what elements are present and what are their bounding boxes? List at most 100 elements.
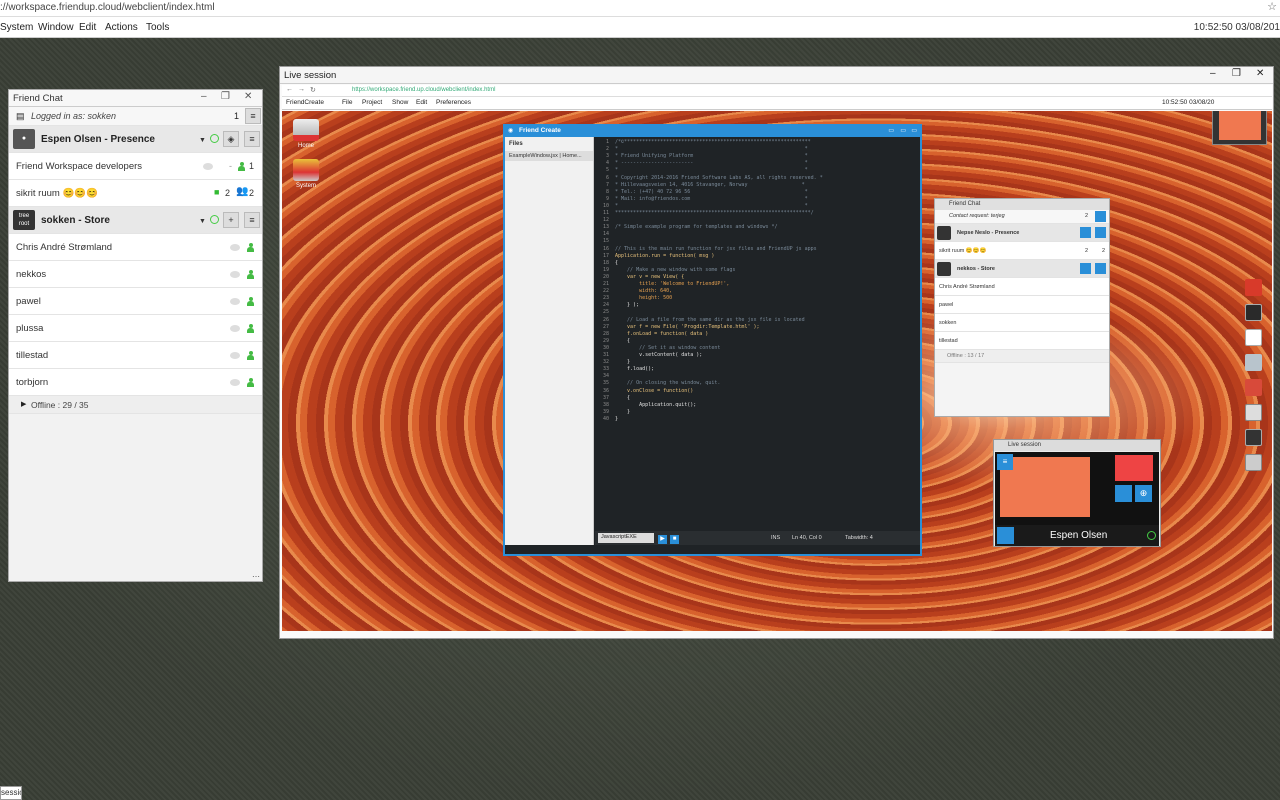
code-line[interactable]: * * [615, 167, 808, 174]
code-line[interactable]: * ------------------------ * [615, 160, 808, 167]
code-line[interactable]: v.onClose = function() [615, 388, 693, 395]
room-row[interactable]: sikrit ruum 😊😊😊 ■ 2 👥 2 [9, 180, 262, 207]
bookmark-star-icon[interactable]: ☆ [1267, 0, 1277, 13]
code-line[interactable]: height: 500 [615, 295, 672, 302]
code-line[interactable]: * Friend Unifying Platform * [615, 153, 808, 160]
contact-row[interactable]: nekkos [9, 261, 262, 288]
remote-desktop[interactable]: Home System ◉ Friend Create ▭ ▭ ▭ Files … [282, 111, 1272, 631]
url-text[interactable]: ://workspace.friendup.cloud/webclient/in… [0, 2, 215, 13]
menu-tools[interactable]: Tools [146, 22, 169, 33]
contact-row[interactable]: pawel [9, 288, 262, 315]
mute-button[interactable] [1115, 485, 1132, 502]
online-status-icon[interactable] [210, 215, 219, 224]
code-line[interactable]: } [615, 409, 630, 416]
code-line[interactable]: var f = new File( 'Progdir:Template.html… [615, 324, 759, 331]
code-line[interactable]: // Load a file from the same dir as the … [615, 317, 805, 324]
maximize-icon[interactable]: ❐ [221, 91, 230, 102]
menu-system[interactable]: System [0, 22, 33, 33]
inner-menu-project[interactable]: Project [362, 99, 382, 106]
inner-menu-app[interactable]: FriendCreate [286, 99, 324, 106]
code-line[interactable]: { [615, 260, 618, 267]
browser-url-bar[interactable]: ://workspace.friendup.cloud/webclient/in… [0, 0, 1280, 17]
dock-tools-icon[interactable] [1245, 354, 1262, 371]
code-line[interactable]: Application.run = function( msg ) [615, 253, 714, 260]
add-contact-button[interactable] [1080, 263, 1091, 274]
code-line[interactable]: * * [615, 146, 808, 153]
contact-row[interactable]: Chris André Strømland [9, 234, 262, 261]
minimize-icon[interactable]: – [201, 91, 207, 102]
inner-url-text[interactable]: https://workspace.friend.up.cloud/webcli… [352, 87, 495, 93]
options-button[interactable] [1095, 263, 1106, 274]
presence-button[interactable] [1080, 227, 1091, 238]
contact-row[interactable]: plussa [9, 315, 262, 342]
remote-live-title[interactable]: Live session [994, 440, 1160, 451]
taskbar-session-tab[interactable]: session [0, 786, 22, 800]
inner-menu-show[interactable]: Show [392, 99, 408, 106]
desktop-icon-system[interactable]: System [286, 159, 326, 189]
window-icon[interactable]: ▭ [888, 127, 894, 134]
contact-request-row[interactable]: Contact request: terjeg 2 [935, 210, 1109, 224]
remote-contact-row[interactable]: Chris André Strømland [935, 278, 1109, 296]
desktop-icon-home[interactable]: Home [286, 119, 326, 149]
inner-browser-bar[interactable]: ← → ↻ https://workspace.friend.up.cloud/… [282, 85, 1272, 97]
remote-offline-toggle[interactable]: Offline : 13 / 17 [935, 350, 1109, 363]
remote-room-row[interactable]: sikrit ruum 😊😊😊 2 2 [935, 242, 1109, 260]
code-line[interactable]: Application.quit(); [615, 402, 696, 409]
room-row[interactable]: Friend Workspace developers - 1 [9, 153, 262, 180]
code-line[interactable]: * Mail: info@friendos.com * [615, 196, 808, 203]
menu-button[interactable] [1095, 211, 1106, 222]
inner-menu-preferences[interactable]: Preferences [436, 99, 471, 106]
code-line[interactable]: } [615, 416, 618, 423]
remote-account-row[interactable]: Nepse Neslo - Presence [935, 224, 1109, 242]
account-menu-button[interactable]: ≡ [245, 108, 261, 124]
remote-contact-row[interactable]: sokken [935, 314, 1109, 332]
reload-icon[interactable]: ↻ [310, 86, 316, 94]
menu-window[interactable]: Window [38, 22, 74, 33]
code-line[interactable]: // This is the main run function for jsx… [615, 246, 817, 253]
dock-window-icon[interactable] [1245, 404, 1262, 421]
close-icon[interactable]: ✕ [1256, 68, 1264, 79]
chevron-down-icon[interactable]: ▼ [199, 218, 206, 225]
offline-toggle[interactable]: ▶ Offline : 29 / 35 [9, 396, 262, 414]
options-button[interactable] [1095, 227, 1106, 238]
dock-package-icon[interactable] [1245, 379, 1262, 396]
code-line[interactable]: // Make a new window with some flags [615, 267, 735, 274]
store-row[interactable]: tree root sokken - Store ▼ + ≡ [9, 207, 262, 234]
code-line[interactable]: title: 'Welcome to FriendUP!', [615, 281, 729, 288]
run-button[interactable]: ▶ [658, 535, 667, 544]
stop-button[interactable]: ■ [670, 535, 679, 544]
file-item[interactable]: ExampleWindow.jsx | Home... [505, 151, 593, 161]
remote-chat-title[interactable]: Friend Chat [935, 199, 1109, 210]
minimize-icon[interactable]: – [1210, 68, 1216, 79]
code-line[interactable]: width: 640, [615, 288, 672, 295]
menu-icon[interactable]: ≡ [997, 454, 1013, 470]
maximize-icon[interactable]: ▭ [900, 127, 906, 134]
add-contact-button[interactable]: + [223, 212, 239, 228]
account-row[interactable]: ● Espen Olsen - Presence ▼ ◈ ≡ [9, 126, 262, 153]
code-line[interactable]: * Tel.: (+47) 40 72 96 56 * [615, 189, 808, 196]
code-line[interactable]: { [615, 395, 630, 402]
back-icon[interactable]: ← [286, 86, 293, 93]
code-line[interactable]: // Set it as window content [615, 345, 720, 352]
code-line[interactable]: /* Simple example program for templates … [615, 224, 778, 231]
zoom-icon[interactable]: ⊕ [1135, 485, 1152, 502]
live-session-title-bar[interactable]: Live session – ❐ ✕ [280, 67, 1273, 84]
chat-title-bar[interactable]: Friend Chat – ❐ ✕ [9, 90, 262, 107]
remote-store-row[interactable]: nekkos - Store [935, 260, 1109, 278]
chevron-down-icon[interactable]: ▼ [199, 137, 206, 144]
code-line[interactable]: /*©*************************************… [615, 139, 811, 146]
code-line[interactable]: v.setContent( data ); [615, 352, 702, 359]
menu-actions[interactable]: Actions [105, 22, 138, 33]
code-line[interactable]: { [615, 338, 630, 345]
code-editor[interactable]: 1 /*©************************************… [595, 137, 920, 529]
code-line[interactable]: // On closing the window, quit. [615, 380, 720, 387]
remote-contact-row[interactable]: tillestad [935, 332, 1109, 350]
inner-menu-edit[interactable]: Edit [416, 99, 427, 106]
code-line[interactable]: f.onLoad = function( data ) [615, 331, 708, 338]
resize-handle-icon[interactable]: ⋯ [252, 572, 260, 581]
dock-calculator-icon[interactable] [1245, 454, 1262, 471]
editor-title-bar[interactable]: ◉ Friend Create ▭ ▭ ▭ [505, 126, 920, 137]
presence-cube-button[interactable]: ◈ [223, 131, 239, 147]
dock-app-red-icon[interactable] [1245, 279, 1262, 296]
forward-icon[interactable]: → [298, 86, 305, 93]
